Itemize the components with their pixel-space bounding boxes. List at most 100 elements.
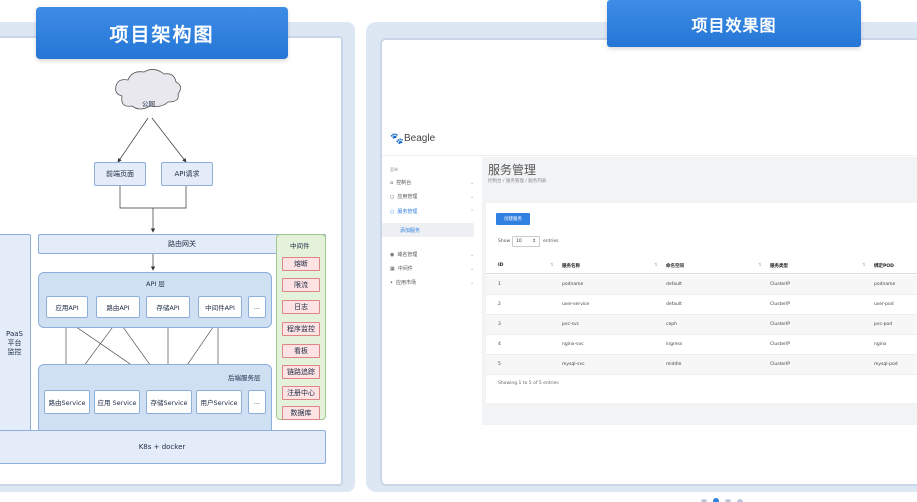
cloud-label: 公网 <box>142 100 155 108</box>
middleware-icon: ▦ <box>390 265 395 272</box>
service-table-card: 创建服务 Show 10 ↕ entries ID ⇅ 服务名称 ⇅ 命名空间 ⇅… <box>486 203 917 403</box>
table-cell: mysql-svc <box>562 362 585 367</box>
sidebar-item-add-service[interactable]: 添加服务 <box>400 227 420 234</box>
paas-monitor-box: PaaS 平台 监控 <box>0 234 31 452</box>
api-layer-label: API 层 <box>146 280 165 288</box>
table-row[interactable]: 1 podname default ClusterIP podname <box>486 275 917 295</box>
sidebar-header: 菜单 <box>390 167 398 172</box>
effect-title: 项目效果图 <box>607 0 861 47</box>
sort-icon: ⇅ <box>654 263 658 268</box>
storage-api-box: 存储API <box>146 296 190 318</box>
table-row[interactable]: 5 mysql-svc middle ClusterIP mysql-pod <box>486 355 917 375</box>
table-cell: ClusterIP <box>770 362 791 367</box>
table-cell: 5 <box>498 362 501 367</box>
architecture-card: 公网 前端页面 API请求 路由网关 API 层 应用API 路由API 存储A… <box>0 36 343 486</box>
chevron-icon: ⌄ <box>470 279 475 286</box>
monitor-box: 程序监控 <box>282 322 320 336</box>
col-pod[interactable]: 绑定POD <box>874 263 894 269</box>
chevron-icon: ⌄ <box>470 179 475 186</box>
chevron-icon: ⌄ <box>470 193 475 200</box>
app-sidebar: 菜单 ⌂ 控制台 ⌄ ○ 应用管理 ⌄ ○ 服务管理 ⌃ 添加服务 ◉ 域名管理 ⌄ ▦ 中间件 ⌄… <box>382 157 482 425</box>
col-name[interactable]: 服务名称 <box>562 263 580 269</box>
app-preview: 🐾 Beagle 菜单 ⌂ 控制台 ⌄ ○ 应用管理 ⌄ ○ 服务管理 ⌃ 添加服务 ◉ 域名… <box>382 120 917 425</box>
table-cell: default <box>666 282 682 287</box>
architecture-title: 项目架构图 <box>36 7 288 59</box>
table-cell: podname <box>562 282 584 287</box>
table-cell: nginx-svc <box>562 342 584 347</box>
table-cell: default <box>666 302 682 307</box>
tracing-box: 链路追踪 <box>282 365 320 379</box>
service-more-box: ... <box>248 390 266 414</box>
chevron-icon: ⌄ <box>470 251 475 258</box>
carousel-dots <box>701 498 743 502</box>
table-cell: pvc-pod <box>874 322 893 327</box>
sidebar-item-apps[interactable]: ○ 应用管理 ⌄ <box>390 193 474 201</box>
home-icon: ⌂ <box>390 179 394 186</box>
app-service-box: 应用 Service <box>94 390 140 414</box>
sort-icon: ⇅ <box>550 263 554 268</box>
log-box: 日志 <box>282 300 320 314</box>
registry-box: 注册中心 <box>282 386 320 400</box>
table-cell: middle <box>666 362 682 367</box>
circuit-breaker-box: 熔断 <box>282 257 320 271</box>
api-more-box: ... <box>248 296 266 318</box>
chevron-icon: ⌄ <box>470 265 475 272</box>
service-icon: ○ <box>390 208 395 215</box>
sort-icon: ⇅ <box>862 263 866 268</box>
table-cell: podname <box>874 282 896 287</box>
k8s-docker-box: K8s + docker <box>0 430 326 464</box>
table-cell: 3 <box>498 322 501 327</box>
table-footer: Showing 1 to 5 of 5 entries <box>498 381 559 386</box>
breadcrumb: 控制台 / 服务管理 / 服务列表 <box>488 179 547 184</box>
app-topbar: 🐾 Beagle <box>382 120 917 156</box>
route-api-box: 路由API <box>96 296 140 318</box>
table-row[interactable]: 2 user-service default ClusterIP user-pod <box>486 295 917 315</box>
domain-icon: ◉ <box>390 251 395 258</box>
middleware-title: 中间件 <box>290 242 310 250</box>
rate-limit-box: 限流 <box>282 278 320 292</box>
storage-service-box: 存储Service <box>146 390 192 414</box>
table-cell: mysql-pod <box>874 362 898 367</box>
database-box: 数据库 <box>282 406 320 420</box>
table-cell: user-pod <box>874 302 894 307</box>
user-service-box: 用户Service <box>196 390 242 414</box>
table-cell: 4 <box>498 342 501 347</box>
sidebar-item-dashboard[interactable]: ⌂ 控制台 ⌄ <box>390 179 474 187</box>
table-cell: 2 <box>498 302 501 307</box>
table-cell: ceph <box>666 322 677 327</box>
sort-icon: ⇅ <box>758 263 762 268</box>
backend-layer-label: 后端服务层 <box>228 374 261 382</box>
col-id[interactable]: ID <box>498 263 503 268</box>
col-namespace[interactable]: 命名空间 <box>666 263 684 269</box>
sidebar-item-services[interactable]: ○ 服务管理 ⌃ <box>390 208 474 216</box>
table-cell: ingress <box>666 342 683 347</box>
frontend-box: 前端页面 <box>94 162 146 186</box>
sidebar-item-domains[interactable]: ◉ 域名管理 ⌄ <box>390 251 474 259</box>
col-type[interactable]: 服务类型 <box>770 263 788 269</box>
table-cell: pvc-svc <box>562 322 580 327</box>
api-request-box: API请求 <box>161 162 213 186</box>
table-row[interactable]: 3 pvc-svc ceph ClusterIP pvc-pod <box>486 315 917 335</box>
page-size-select[interactable]: 10 ↕ <box>512 236 540 247</box>
entries-label: entries <box>543 239 559 244</box>
create-service-button[interactable]: 创建服务 <box>496 213 530 225</box>
dashboard-box: 看板 <box>282 344 320 358</box>
market-icon: • <box>390 279 393 286</box>
app-logo: Beagle <box>404 133 436 144</box>
table-row[interactable]: 4 nginx-svc ingress ClusterIP nginx <box>486 335 917 355</box>
select-arrow-icon: ↕ <box>532 239 536 244</box>
route-service-box: 路由Service <box>44 390 90 414</box>
sidebar-item-market[interactable]: • 应用市场 ⌄ <box>390 279 474 287</box>
table-cell: 1 <box>498 282 501 287</box>
app-main: 服务管理 控制台 / 服务管理 / 服务列表 创建服务 Show 10 ↕ ent… <box>482 157 917 425</box>
carousel-dot-active[interactable] <box>713 498 719 502</box>
table-header: ID ⇅ 服务名称 ⇅ 命名空间 ⇅ 服务类型 ⇅ 绑定POD <box>486 258 917 274</box>
sidebar-item-middleware[interactable]: ▦ 中间件 ⌄ <box>390 265 474 273</box>
table-cell: nginx <box>874 342 887 347</box>
app-icon: ○ <box>390 193 395 200</box>
table-cell: ClusterIP <box>770 342 791 347</box>
table-cell: user-service <box>562 302 590 307</box>
chevron-icon: ⌃ <box>470 208 475 215</box>
sidebar-subitem-bg <box>382 223 474 237</box>
middleware-api-box: 中间件API <box>198 296 242 318</box>
